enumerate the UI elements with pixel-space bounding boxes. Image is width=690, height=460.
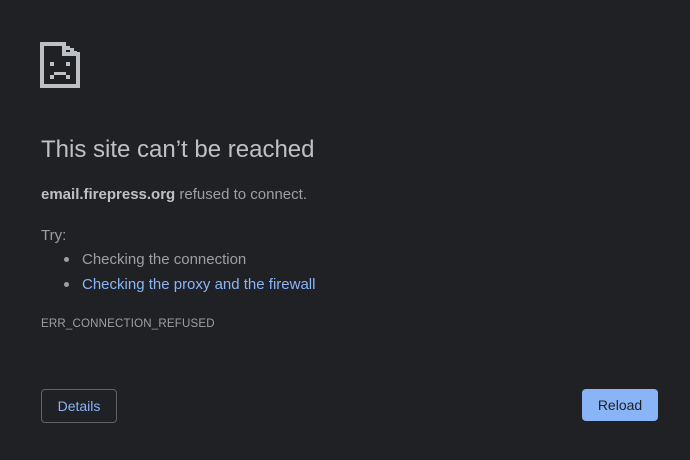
site-domain: email.firepress.org <box>41 186 176 203</box>
suggestions-list: Checking the connection Checking the pro… <box>41 250 315 300</box>
suggestion-proxy-firewall-link[interactable]: Checking the proxy and the firewall <box>82 276 315 293</box>
try-label: Try: <box>41 227 67 244</box>
summary-text: refused to connect. <box>175 186 307 203</box>
suggestion-check-connection: Checking the connection <box>82 251 247 268</box>
details-button[interactable]: Details <box>41 389 117 423</box>
bullet-icon <box>64 257 69 262</box>
error-summary: email.firepress.org refused to connect. <box>41 186 307 203</box>
bullet-icon <box>64 282 69 287</box>
suggestion-item: Checking the connection <box>41 250 315 275</box>
suggestion-item: Checking the proxy and the firewall <box>41 275 315 300</box>
sad-page-icon <box>40 42 80 88</box>
reload-button[interactable]: Reload <box>582 389 658 421</box>
page-title: This site can’t be reached <box>41 136 315 163</box>
error-code: ERR_CONNECTION_REFUSED <box>41 318 215 330</box>
